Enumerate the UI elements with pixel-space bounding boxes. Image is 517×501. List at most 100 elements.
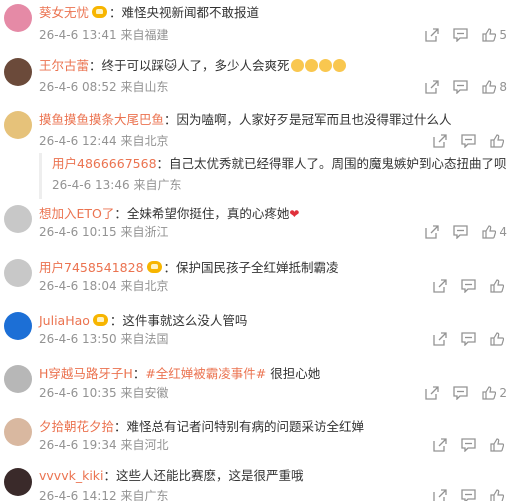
- emoji-icon: [332, 59, 346, 72]
- like-count: 5: [499, 28, 507, 42]
- share-button[interactable]: [433, 438, 447, 452]
- like-button[interactable]: 2: [482, 386, 507, 400]
- comment-location: 来自山东: [120, 80, 169, 94]
- comment-feed: 葵女无忧 ：难怪央视新闻都不敢报道 26-4-6 13:41 来自福建 5 王尔古…: [0, 0, 517, 501]
- avatar[interactable]: [4, 259, 32, 287]
- avatar[interactable]: [4, 205, 32, 233]
- like-icon: [482, 28, 497, 42]
- comment-button[interactable]: [461, 438, 476, 452]
- share-button[interactable]: [433, 332, 447, 346]
- comment-actions: [419, 488, 507, 501]
- share-icon: [425, 28, 440, 42]
- reply-text: ：自己太优秀就已经得罪人了。周围的魔鬼嫉妒到心态扭曲了呗: [156, 156, 507, 171]
- like-button[interactable]: 4: [482, 225, 507, 239]
- comment-date: 26-4-6 10:35: [39, 386, 117, 400]
- share-icon: [425, 80, 440, 94]
- like-button[interactable]: 5: [482, 28, 507, 42]
- share-icon: [425, 386, 440, 400]
- like-count: 4: [499, 225, 507, 239]
- comment-icon: [461, 438, 476, 452]
- comment-item: 摸鱼摸鱼摸条大尾巴鱼：因为嗑啊，人家好歹是冠军而且也没得罪过什么人 26-4-6…: [0, 107, 517, 202]
- comment-actions: 8: [411, 79, 507, 95]
- comment-location: 来自北京: [120, 279, 169, 293]
- comment-text: ：保护国民孩子全红婵抵制霸凌: [163, 260, 339, 275]
- comment-text: 很担心她: [266, 366, 321, 381]
- reply-date: 26-4-6 13:46: [52, 178, 130, 192]
- reply-author[interactable]: 用户4866667568: [52, 156, 157, 171]
- topic-link[interactable]: #全红婵被霸凌事件#: [145, 366, 266, 381]
- like-button[interactable]: [490, 332, 507, 346]
- share-button[interactable]: [425, 386, 440, 400]
- avatar[interactable]: [4, 111, 32, 139]
- share-icon: [433, 332, 447, 346]
- commenter-name[interactable]: 葵女无忧: [39, 5, 89, 20]
- commenter-name[interactable]: 摸鱼摸鱼摸条大尾巴鱼: [39, 112, 164, 127]
- commenter-name[interactable]: 用户7458541828: [39, 260, 144, 275]
- share-button[interactable]: [433, 279, 447, 293]
- like-icon: [490, 332, 504, 346]
- comment-icon: [461, 489, 476, 501]
- comment-actions: [419, 133, 507, 149]
- share-button[interactable]: [425, 28, 440, 42]
- comment-item: H穿越马路牙子H：#全红婵被霸凌事件# 很担心她 26-4-6 10:35 来自…: [0, 362, 517, 412]
- comment-icon: [453, 28, 469, 42]
- comment-button[interactable]: [453, 386, 469, 400]
- like-count: 2: [499, 386, 507, 400]
- comment-date: 26-4-6 13:41: [39, 28, 117, 42]
- share-button[interactable]: [433, 134, 447, 148]
- comment-item: 夕拾朝花夕拾：难怪总有记者问特别有病的问题采访全红婵 26-4-6 19:34 …: [0, 415, 517, 465]
- share-button[interactable]: [425, 225, 440, 239]
- like-button[interactable]: [490, 134, 507, 148]
- comment-item: 想加入ETO了：全妹希望你挺住，真的心疼她❤ 26-4-6 10:15 来自浙江…: [0, 202, 517, 252]
- like-icon: [482, 386, 497, 400]
- comment-text: ：因为嗑啊，人家好歹是冠军而且也没得罪过什么人: [164, 112, 452, 127]
- commenter-name[interactable]: JuliaHao: [39, 313, 90, 328]
- vip-badge-icon: [146, 261, 162, 273]
- comment-text: ：全妹希望你挺住，真的心疼她: [114, 206, 290, 221]
- comment-date: 26-4-6 13:50: [39, 332, 117, 346]
- like-button[interactable]: 8: [482, 80, 507, 94]
- comment-location: 来自河北: [120, 438, 169, 452]
- comment-button[interactable]: [453, 80, 469, 94]
- avatar[interactable]: [4, 312, 32, 340]
- avatar[interactable]: [4, 4, 32, 32]
- comment-text: ：难怪总有记者问特别有病的问题采访全红婵: [114, 419, 365, 434]
- share-icon: [433, 134, 447, 148]
- comment-icon: [453, 80, 469, 94]
- emoji-icon: [304, 59, 318, 72]
- reply-location: 来自广东: [133, 178, 182, 192]
- comment-actions: [419, 331, 507, 347]
- commenter-name[interactable]: 夕拾朝花夕拾: [39, 419, 114, 434]
- comment-button[interactable]: [461, 134, 476, 148]
- comment-location: 来自浙江: [120, 225, 169, 239]
- comment-button[interactable]: [453, 225, 469, 239]
- comment-icon: [461, 279, 476, 293]
- commenter-name[interactable]: vvvvk_kiki: [39, 468, 104, 483]
- comment-text: ：这件事就这么没人管吗: [109, 313, 248, 328]
- commenter-name[interactable]: 想加入ETO了: [39, 206, 114, 221]
- avatar[interactable]: [4, 418, 32, 446]
- like-icon: [482, 225, 497, 239]
- comment-button[interactable]: [461, 489, 476, 501]
- like-button[interactable]: [490, 279, 507, 293]
- like-button[interactable]: [490, 489, 507, 501]
- share-button[interactable]: [425, 80, 440, 94]
- vip-badge-icon: [92, 314, 108, 326]
- comment-actions: [419, 437, 507, 453]
- comment-button[interactable]: [461, 332, 476, 346]
- comment-date: 26-4-6 14:12: [39, 489, 117, 501]
- avatar[interactable]: [4, 365, 32, 393]
- comment-button[interactable]: [453, 28, 469, 42]
- comment-item: 王尔古蕾：终于可以踩🐱人了，多少人会爽死 26-4-6 08:52 来自山东 8: [0, 53, 517, 103]
- comment-button[interactable]: [461, 279, 476, 293]
- commenter-name[interactable]: 王尔古蕾: [39, 58, 89, 73]
- like-button[interactable]: [490, 438, 507, 452]
- share-icon: [433, 279, 447, 293]
- comment-date: 26-4-6 08:52: [39, 80, 117, 94]
- share-button[interactable]: [433, 489, 447, 501]
- comment-location: 来自广东: [120, 489, 169, 501]
- avatar[interactable]: [4, 468, 32, 496]
- commenter-name[interactable]: H穿越马路牙子H: [39, 366, 133, 381]
- comment-location: 来自法国: [120, 332, 169, 346]
- avatar[interactable]: [4, 58, 32, 86]
